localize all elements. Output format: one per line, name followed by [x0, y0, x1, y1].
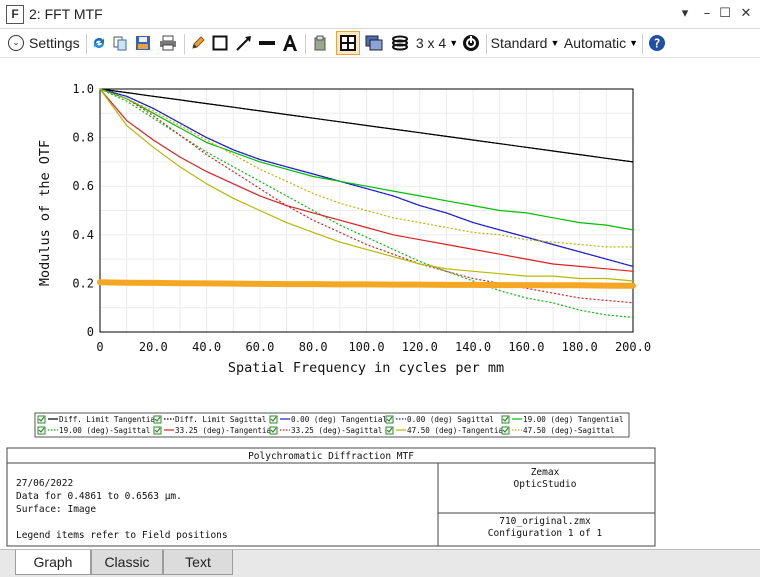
info-note: Legend items refer to Field positions [16, 530, 228, 541]
info-data-range: Data for 0.4861 to 0.6563 µm. [16, 491, 182, 502]
x-tick-label: 180.0 [562, 340, 598, 354]
tab-text[interactable]: Text [163, 550, 233, 575]
layout-dropdown[interactable]: 3 x 4 ▼ [416, 31, 458, 55]
legend-label: 47.50 (deg)-Sagittal [523, 426, 614, 435]
standard-label: Standard [490, 35, 548, 51]
copy-icon[interactable] [111, 31, 129, 55]
close-icon[interactable]: ✕ [736, 4, 756, 24]
refresh-icon[interactable] [90, 31, 108, 55]
x-tick-label: 0 [96, 340, 103, 354]
dial-icon[interactable] [461, 31, 481, 55]
info-block: Polychromatic Diffraction MTF 27/06/2022… [6, 447, 656, 547]
toolbar: ⌄ Settings 3 x 4 ▼ Standard ▼ Automatic … [0, 29, 760, 58]
y-tick-label: 1.0 [72, 82, 94, 96]
maximize-icon[interactable]: ☐ [715, 4, 735, 24]
legend-label: 47.50 (deg)-Tangential [407, 426, 508, 435]
legend-label: 33.25 (deg)-Sagittal [291, 426, 382, 435]
legend-label: Diff. Limit Tangential [59, 415, 160, 424]
minimize-icon[interactable]: – [697, 4, 717, 24]
info-title: Polychromatic Diffraction MTF [248, 451, 414, 462]
save-icon[interactable] [134, 31, 152, 55]
toolbar-divider [305, 34, 306, 54]
tab-graph[interactable]: Graph [15, 550, 91, 575]
settings-label: Settings [29, 35, 80, 51]
x-tick-label: 40.0 [192, 340, 221, 354]
x-axis-label: Spatial Frequency in cycles per mm [228, 360, 504, 376]
info-file: 710_original.zmx [499, 516, 591, 527]
settings-button[interactable]: ⌄ Settings [8, 31, 84, 55]
legend-label: Diff. Limit Sagittal [175, 415, 266, 424]
x-tick-label: 200.0 [615, 340, 651, 354]
stack-icon[interactable] [389, 31, 411, 55]
x-tick-label: 120.0 [402, 340, 438, 354]
standard-dropdown[interactable]: Standard ▼ [490, 31, 560, 55]
legend-label: 0.00 (deg) Tangential [291, 415, 387, 424]
x-tick-label: 160.0 [508, 340, 544, 354]
line-icon[interactable] [257, 31, 277, 55]
arrow-icon[interactable] [234, 31, 254, 55]
y-tick-label: 0.8 [72, 131, 94, 145]
rectangle-icon[interactable] [211, 31, 229, 55]
layers-icon[interactable] [364, 31, 384, 55]
tab-bar: Graph Classic Text [0, 549, 760, 577]
series-line-10 [97, 279, 636, 289]
x-tick-label: 140.0 [455, 340, 491, 354]
layout-label: 3 x 4 [415, 35, 447, 51]
legend-label: 19.00 (deg)-Sagittal [59, 426, 150, 435]
window-icon[interactable] [336, 31, 360, 55]
x-tick-label: 20.0 [139, 340, 168, 354]
tab-classic[interactable]: Classic [91, 550, 163, 575]
toolbar-divider [642, 34, 643, 54]
legend-label: 19.00 (deg) Tangential [523, 415, 624, 424]
info-product: OpticStudio [514, 479, 577, 490]
mtf-chart: 0 20.0 40.0 60.0 80.0 100.0 120.0 140.0 160.0 180… [6, 82, 656, 547]
help-icon[interactable]: ? [647, 31, 667, 55]
legend-label: 33.25 (deg)-Tangential [175, 426, 276, 435]
chevron-down-icon: ▼ [629, 38, 639, 48]
chevron-down-icon[interactable]: ▾ [675, 4, 695, 24]
automatic-label: Automatic [563, 35, 627, 51]
y-tick-label: 0.6 [72, 179, 94, 193]
text-icon[interactable] [281, 31, 299, 55]
app-icon: F [6, 5, 24, 24]
chevron-down-icon: ⌄ [8, 35, 24, 51]
legend-label: 0.00 (deg) Sagittal [407, 415, 494, 424]
y-axis-label: Modulus of the OTF [37, 140, 53, 286]
x-tick-label: 60.0 [245, 340, 274, 354]
info-config: Configuration 1 of 1 [488, 528, 603, 539]
info-company: Zemax [531, 467, 560, 478]
window-title: 2: FFT MTF [29, 6, 103, 22]
info-date: 27/06/2022 [16, 478, 73, 489]
pencil-icon[interactable] [189, 31, 207, 55]
print-icon[interactable] [158, 31, 178, 55]
info-surface: Surface: Image [16, 504, 96, 515]
toolbar-divider [86, 34, 87, 54]
y-tick-label: 0.4 [72, 228, 94, 242]
y-tick-label: 0 [87, 325, 94, 339]
toolbar-divider [184, 34, 185, 54]
title-bar: F 2: FFT MTF ▾ – ☐ ✕ [0, 0, 760, 29]
y-tick-label: 0.2 [72, 276, 94, 290]
x-tick-label: 100.0 [348, 340, 384, 354]
automatic-dropdown[interactable]: Automatic ▼ [563, 31, 639, 55]
chevron-down-icon: ▼ [449, 38, 459, 48]
toolbar-divider [486, 34, 487, 54]
x-tick-label: 80.0 [299, 340, 328, 354]
clipboard-icon[interactable] [311, 31, 329, 55]
svg-text:?: ? [653, 37, 660, 51]
chevron-down-icon: ▼ [550, 38, 560, 48]
